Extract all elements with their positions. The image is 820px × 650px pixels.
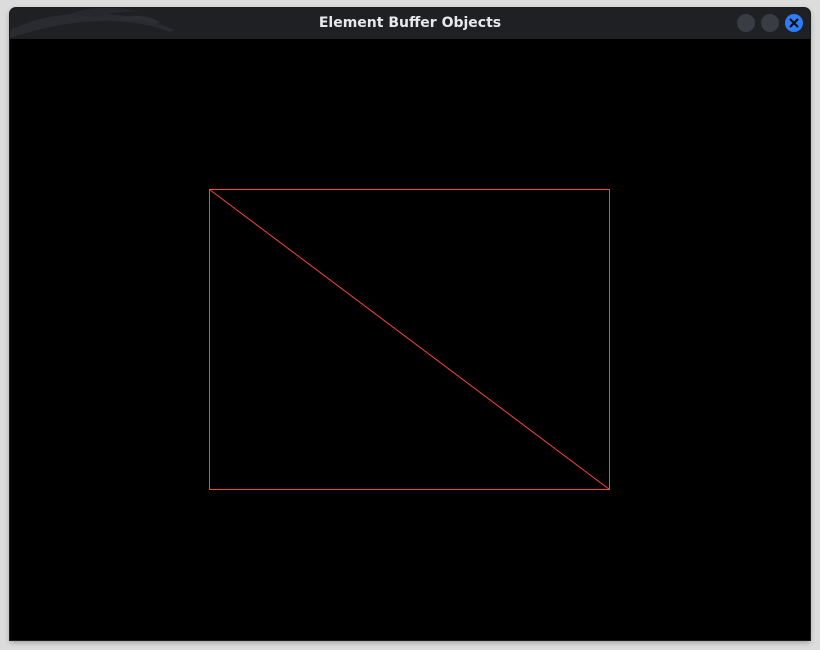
minimize-button[interactable] [737,14,755,32]
wireframe-canvas [209,189,610,490]
close-icon [789,18,799,28]
title-bar[interactable]: Element Buffer Objects [10,8,810,39]
maximize-icon [761,14,779,32]
window-title: Element Buffer Objects [318,15,502,31]
app-window: Element Buffer Objects [10,8,810,640]
maximize-button[interactable] [761,14,779,32]
wireframe-diagonal [209,189,610,490]
opengl-viewport[interactable] [10,39,810,640]
close-button[interactable] [785,14,803,32]
minimize-icon [737,14,755,32]
